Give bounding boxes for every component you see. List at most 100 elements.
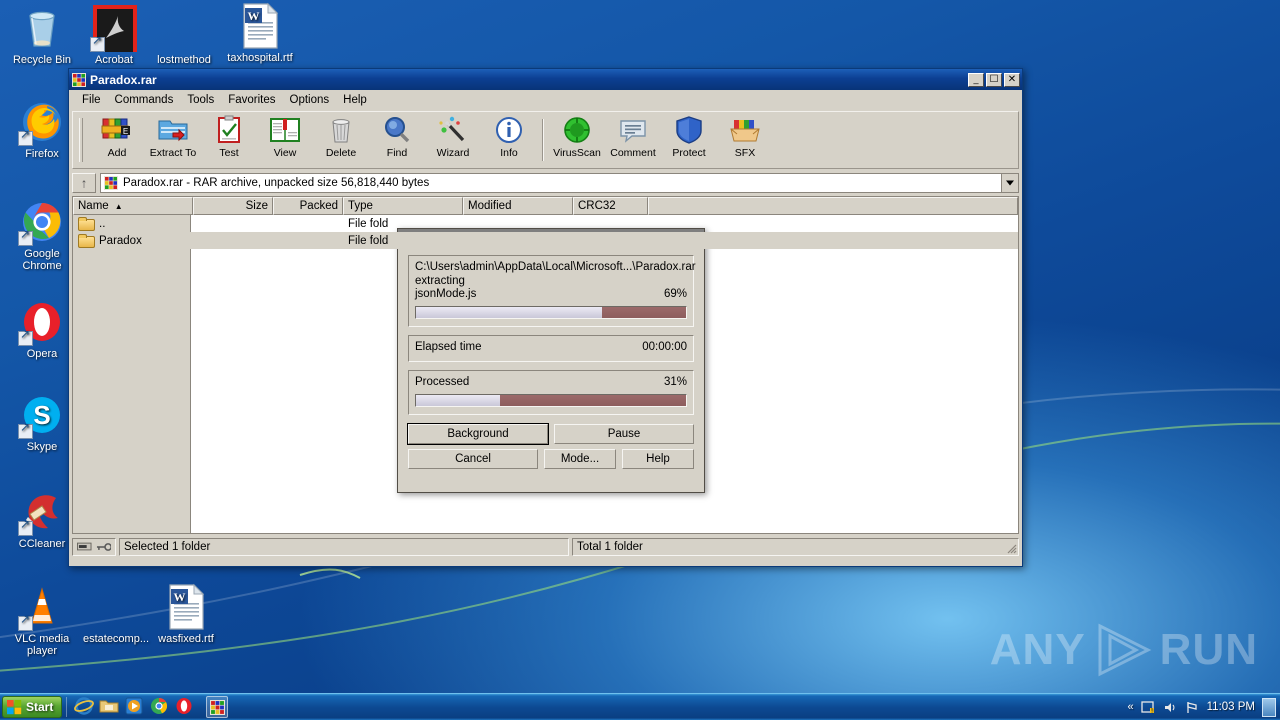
close-button[interactable]: ✕ [1004,72,1020,87]
system-tray: « ! 11:03 PM [1128,697,1280,717]
table-row[interactable]: Paradox File fold [73,232,1018,249]
column-header-name[interactable]: Name ▲ [73,197,193,215]
address-dropdown-button[interactable] [1001,172,1019,193]
quicklaunch-opera[interactable] [174,696,196,718]
shortcut-overlay-icon [18,614,33,631]
current-file-group: C:\Users\admin\AppData\Local\Microsoft..… [408,255,696,327]
desktop-icon-recycle-bin[interactable]: Recycle Bin [6,4,78,67]
column-header-packed[interactable]: Packed [273,197,343,215]
quicklaunch-internet-explorer[interactable] [74,696,96,718]
desktop-icon-acrobat[interactable]: Acrobat [78,4,150,67]
menu-bar: File Commands Tools Favorites Options He… [69,90,1022,110]
desktop-icon-vlc-media-player[interactable]: VLC media player [6,583,78,657]
drive-icon [77,542,92,551]
toolbar-button-find[interactable]: Find [369,114,425,166]
toolbar-label: View [273,147,297,159]
menu-item-options[interactable]: Options [283,92,337,108]
toolbar-label: VirusScan [553,147,601,159]
toolbar-grip[interactable] [79,118,83,162]
up-one-level-button[interactable] [72,172,96,193]
desktop-icon-estatecomp[interactable]: estatecomp... [80,583,152,646]
toolbar-label: SFX [734,147,756,159]
delete-icon [324,114,358,146]
minimize-button[interactable]: _ [968,72,984,87]
wizard-icon [436,114,470,146]
quick-launch-separator [66,697,68,717]
dialog-buttons-row-1: Background Pause [407,422,694,445]
volume-icon[interactable] [1163,700,1178,715]
toolbar-label: Test [219,147,239,159]
column-header-modified[interactable]: Modified [463,197,573,215]
column-label: Name [78,200,109,212]
toolbar-button-extract-to[interactable]: Extract To [145,114,201,166]
toolbar-label: Protect [672,147,706,159]
word-doc-icon [92,583,140,631]
toolbar-button-delete[interactable]: Delete [313,114,369,166]
cell-name: Paradox [99,234,142,247]
toolbar-button-sfx[interactable]: SFX [717,114,773,166]
show-desktop-button[interactable] [1262,697,1276,717]
svg-text:W: W [248,9,260,23]
cell-type: File fold [348,217,389,230]
toolbar-button-test[interactable]: Test [201,114,257,166]
processed-label: Processed [415,376,470,388]
toolbar-button-info[interactable]: Info [481,114,537,166]
menu-item-tools[interactable]: Tools [180,92,221,108]
column-header-type[interactable]: Type [343,197,463,215]
test-icon [212,114,246,146]
current-file-label: jsonMode.js [415,288,477,300]
column-header-size[interactable]: Size [193,197,273,215]
shortcut-overlay-icon [18,229,33,246]
toolbar-button-virusscan[interactable]: VirusScan [549,114,605,166]
column-label: Type [348,200,373,212]
menu-item-favorites[interactable]: Favorites [221,92,282,108]
show-hidden-icons-button[interactable]: « [1128,701,1134,713]
start-button[interactable]: Start [2,696,63,718]
cancel-button[interactable]: Cancel [408,448,538,469]
explorer-folder-icon [99,700,119,713]
desktop-icon-wasfixed[interactable]: W wasfixed.rtf [150,583,222,646]
column-label: Size [245,200,268,212]
toolbar-button-protect[interactable]: Protect [661,114,717,166]
archive-path-field[interactable]: Paradox.rar - RAR archive, unpacked size… [100,172,1001,193]
document-icon [160,4,208,52]
column-header-crc32[interactable]: CRC32 [573,197,648,215]
quicklaunch-explorer[interactable] [99,696,121,718]
help-button[interactable]: Help [622,448,694,469]
desktop-icon-lostmethod[interactable]: lostmethod [148,4,220,67]
column-label: Modified [468,200,512,212]
toolbar-button-view[interactable]: View [257,114,313,166]
cell-name: .. [99,217,106,230]
pause-button[interactable]: Pause [554,423,694,444]
desktop-icon-taxhospital[interactable]: W taxhospital.rtf [224,2,296,65]
network-icon[interactable] [1185,700,1200,715]
menu-item-help[interactable]: Help [336,92,374,108]
file-progress-bar [415,305,687,319]
toolbar-button-wizard[interactable]: Wizard [425,114,481,166]
quicklaunch-chrome[interactable] [149,696,171,718]
window-title-text: Paradox.rar [90,72,157,87]
menu-item-commands[interactable]: Commands [108,92,181,108]
action-center-icon[interactable]: ! [1140,700,1156,715]
background-button[interactable]: Background [407,422,549,445]
mode-button[interactable]: Mode... [544,448,616,469]
archive-path-label: C:\Users\admin\AppData\Local\Microsoft..… [415,261,696,273]
winrar-icon [209,699,225,715]
taskbar-task-winrar[interactable] [206,696,229,718]
comment-icon [616,114,650,146]
media-player-icon [125,697,143,715]
quicklaunch-media-player[interactable] [124,696,146,718]
menu-item-file[interactable]: File [75,92,108,108]
toolbar-button-comment[interactable]: Comment [605,114,661,166]
address-bar: Paradox.rar - RAR archive, unpacked size… [72,172,1019,193]
opera-icon [18,298,66,346]
toolbar-button-add[interactable]: E Add [89,114,145,166]
resize-grip-icon[interactable] [1005,542,1017,554]
extracting-dialog: Extracting from Paradox.rar C:\Users\adm… [397,228,705,493]
table-row[interactable]: .. File fold [73,215,1018,232]
file-list-left-pane [73,215,191,533]
window-titlebar[interactable]: Paradox.rar _ ☐ ✕ [69,69,1022,90]
maximize-button[interactable]: ☐ [986,72,1002,87]
taskbar-clock[interactable]: 11:03 PM [1207,701,1255,713]
word-doc-icon: W [162,583,210,631]
